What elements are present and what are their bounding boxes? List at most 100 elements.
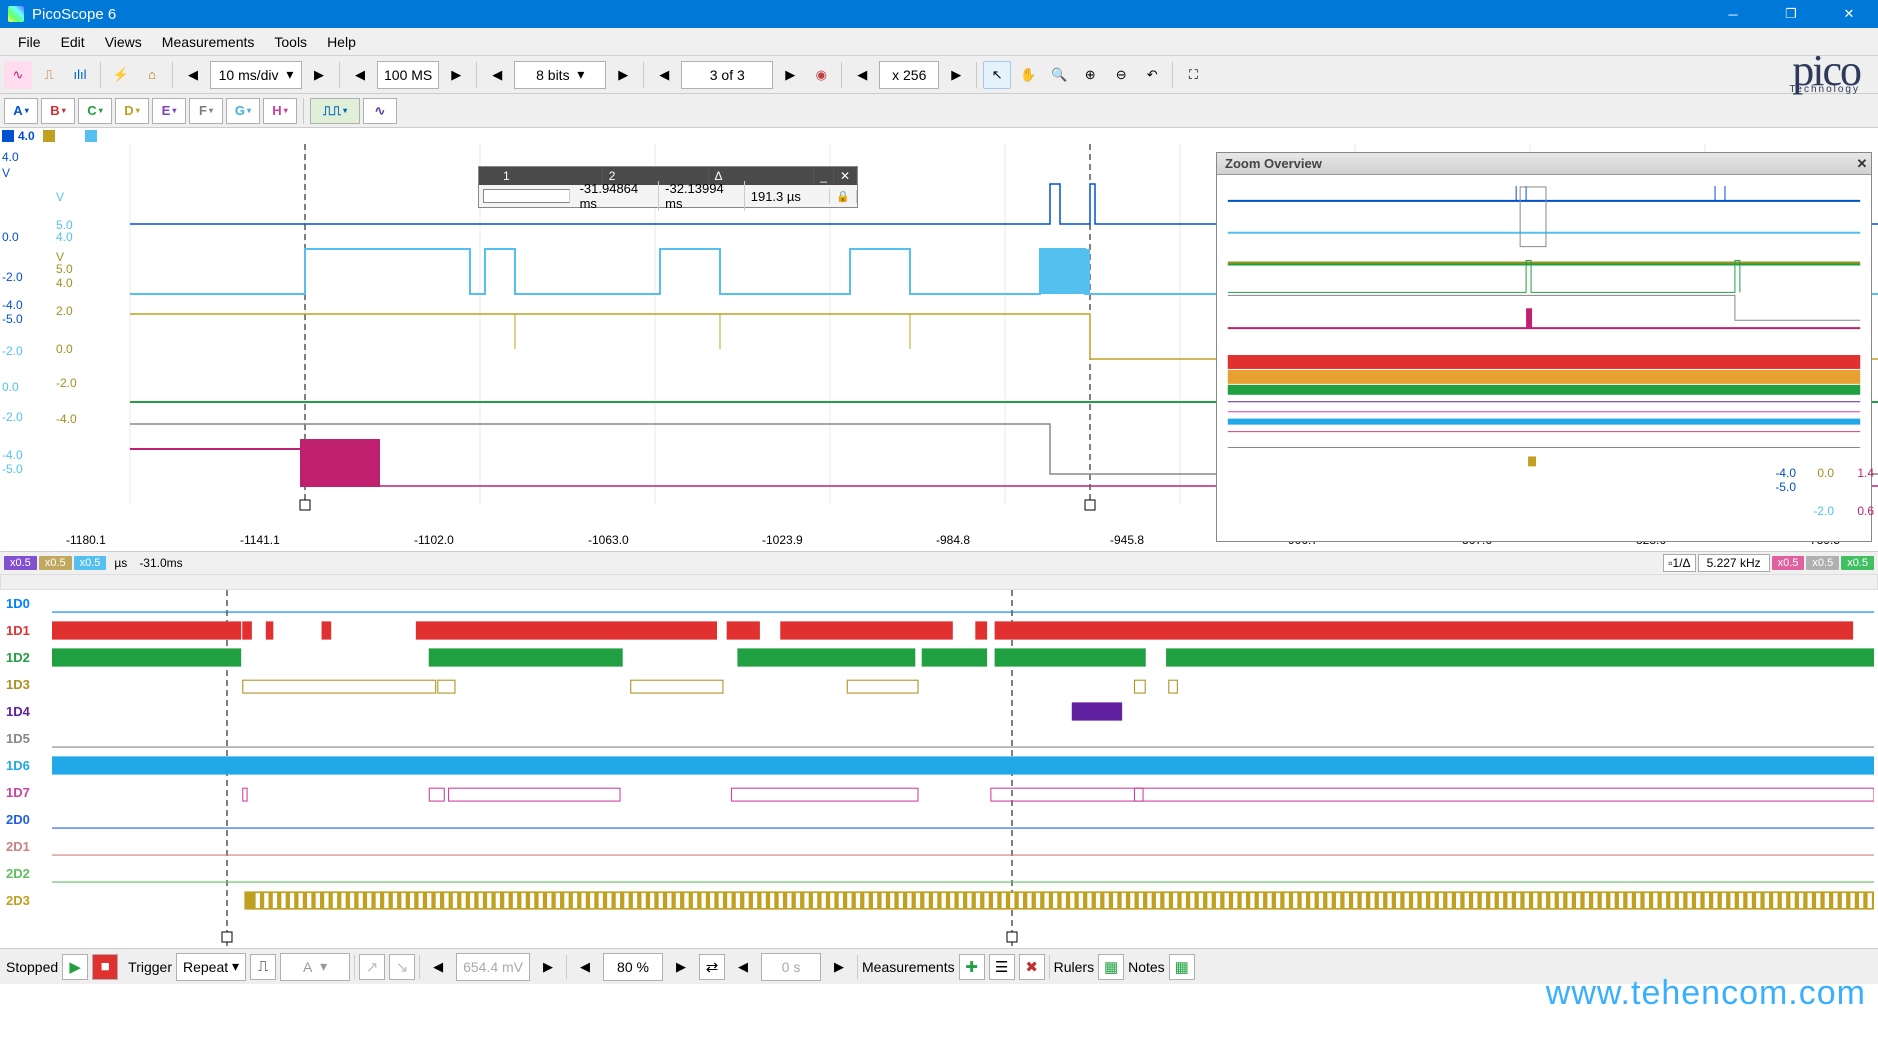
digital-label: 1D6	[0, 758, 52, 773]
pretrigger-next[interactable]: ▶	[534, 953, 562, 981]
posttrigger-value[interactable]: 80 %	[603, 953, 663, 981]
menu-help[interactable]: Help	[317, 31, 366, 53]
buffer-prev-button[interactable]: ◀	[650, 61, 678, 89]
run-button[interactable]: ▶	[62, 954, 88, 980]
pretrigger-prev[interactable]: ◀	[424, 953, 452, 981]
digital-trace	[52, 752, 1874, 779]
tag-pink: x0.5	[1772, 556, 1805, 570]
posttrigger-next[interactable]: ▶	[667, 953, 695, 981]
delay-next[interactable]: ▶	[825, 953, 853, 981]
maximize-button[interactable]: ❐	[1762, 0, 1820, 28]
ylabel: -4.0	[2, 448, 23, 462]
delay-value[interactable]: 0 s	[761, 953, 821, 981]
tag-cyan: x0.5	[74, 556, 107, 570]
stop-button[interactable]: ■	[92, 954, 118, 980]
undo-zoom-icon[interactable]: ↶	[1138, 61, 1166, 89]
zoom-full-icon[interactable]: ⛶	[1179, 61, 1207, 89]
trigger-rising-icon[interactable]: ↗	[359, 954, 385, 980]
digital-row: 1D0	[0, 590, 1878, 617]
trigger-mode-combo[interactable]: Repeat ▾	[176, 953, 246, 981]
channel-b-button[interactable]: B▾	[41, 98, 75, 124]
zoom-in-icon[interactable]: ⊕	[1076, 61, 1104, 89]
rulers-window[interactable]: 1 2 Δ _ ✕ -31.94864 ms -32.13994 ms 191.…	[478, 166, 858, 208]
ruler-lock-icon[interactable]: 🔒	[830, 190, 857, 203]
delay-prev[interactable]: ◀	[729, 953, 757, 981]
digital-row: 1D7	[0, 779, 1878, 806]
zoom-out-button[interactable]: ◀	[848, 61, 876, 89]
trigger-tool-icon[interactable]: ⇄	[699, 954, 725, 980]
channel-a-button[interactable]: A▾	[4, 98, 38, 124]
spectrum-mode-icon[interactable]: ılıl	[66, 61, 94, 89]
buffer-combo[interactable]: 3 of 3	[681, 61, 773, 89]
digital-label: 1D5	[0, 731, 52, 746]
scope-mode-icon[interactable]: ∿	[4, 61, 32, 89]
digital-label: 1D1	[0, 623, 52, 638]
add-measurement-icon[interactable]: ✚	[959, 954, 985, 980]
channel-g-button[interactable]: G▾	[226, 98, 260, 124]
trigger-source-combo[interactable]: A ▾	[280, 953, 350, 981]
digital-channels-button[interactable]: ⎍⎍▾	[310, 98, 360, 124]
tag-green: x0.5	[1841, 556, 1874, 570]
delete-measurement-icon[interactable]: ✖	[1019, 954, 1045, 980]
samples-combo[interactable]: 100 MS	[377, 61, 439, 89]
channel-toolbar: A▾ B▾ C▾ D▾ E▾ F▾ G▾ H▾ ⎍⎍▾ ∿	[0, 94, 1878, 128]
horizontal-scrollbar[interactable]	[0, 574, 1878, 590]
menu-views[interactable]: Views	[95, 31, 152, 53]
axis-right-col: 1.40.0-4.0-5.00.6-2.0	[1764, 150, 1874, 520]
menu-file[interactable]: File	[8, 31, 51, 53]
home-icon[interactable]: ⌂	[138, 61, 166, 89]
timebase-prev-button[interactable]: ◀	[179, 61, 207, 89]
ruler-marker-icon	[483, 189, 570, 203]
buffer-nav-icon[interactable]: ◉	[807, 61, 835, 89]
menu-edit[interactable]: Edit	[51, 31, 95, 53]
timebase-next-button[interactable]: ▶	[305, 61, 333, 89]
ylabel: 4.0	[2, 150, 19, 164]
signal-gen-icon[interactable]: ⚡	[107, 61, 135, 89]
samples-prev-button[interactable]: ◀	[346, 61, 374, 89]
bits-prev-button[interactable]: ◀	[483, 61, 511, 89]
digital-trace	[52, 833, 1874, 860]
digital-label: 2D1	[0, 839, 52, 854]
rulers-close-icon[interactable]: ✕	[834, 169, 857, 183]
channel-e-button[interactable]: E▾	[152, 98, 186, 124]
ylabel-right: -4.0	[1775, 466, 1796, 480]
channel-d-button[interactable]: D▾	[115, 98, 149, 124]
channel-c-button[interactable]: C▾	[78, 98, 112, 124]
waveform-view[interactable]: 4.0V0.0-2.0-4.0-5.0-2.00.0-2.0-4.0-5.0 V…	[0, 144, 1878, 552]
zoom-out-icon[interactable]: ⊖	[1107, 61, 1135, 89]
zoom-combo[interactable]: x 256	[879, 61, 939, 89]
bits-next-button[interactable]: ▶	[609, 61, 637, 89]
status-trigger-label: Trigger	[128, 959, 172, 975]
buffer-next-button[interactable]: ▶	[776, 61, 804, 89]
edit-measurement-icon[interactable]: ☰	[989, 954, 1015, 980]
ylabel: -2.0	[56, 376, 77, 390]
hand-icon[interactable]: ✋	[1014, 61, 1042, 89]
digital-row: 2D0	[0, 806, 1878, 833]
ylabel: V	[56, 190, 64, 204]
persistence-mode-icon[interactable]: ⎍	[35, 61, 63, 89]
menu-measurements[interactable]: Measurements	[152, 31, 265, 53]
notes-toggle-icon[interactable]: ▦	[1169, 954, 1195, 980]
close-button[interactable]: ✕	[1820, 0, 1878, 28]
ruler-footer: x0.5 x0.5 x0.5 µs -31.0ms ▫1/Δ 5.227 kHz…	[0, 552, 1878, 574]
cursor-icon[interactable]: ↖	[983, 61, 1011, 89]
rulers-toggle-icon[interactable]: ▦	[1098, 954, 1124, 980]
trigger-edge-icon[interactable]: ⎍	[250, 954, 276, 980]
math-channel-button[interactable]: ∿	[363, 98, 397, 124]
zoom-in-button[interactable]: ▶	[942, 61, 970, 89]
ruler-unit: µs	[114, 556, 127, 570]
pretrigger-value[interactable]: 654.4 mV	[456, 953, 530, 981]
ch-b-swatch-icon	[85, 130, 97, 142]
rulers-min-icon[interactable]: _	[814, 169, 834, 183]
zoom-rect-icon[interactable]: 🔍	[1045, 61, 1073, 89]
bits-combo[interactable]: 8 bits ▾	[514, 61, 606, 89]
menu-tools[interactable]: Tools	[264, 31, 317, 53]
minimize-button[interactable]: ─	[1704, 0, 1762, 28]
timebase-combo[interactable]: 10 ms/div ▾	[210, 61, 302, 89]
channel-h-button[interactable]: H▾	[263, 98, 297, 124]
trigger-falling-icon[interactable]: ↘	[389, 954, 415, 980]
channel-f-button[interactable]: F▾	[189, 98, 223, 124]
samples-next-button[interactable]: ▶	[442, 61, 470, 89]
posttrigger-prev[interactable]: ◀	[571, 953, 599, 981]
digital-channels-view[interactable]: 1D01D11D21D31D41D51D61D72D02D12D22D3	[0, 590, 1878, 948]
